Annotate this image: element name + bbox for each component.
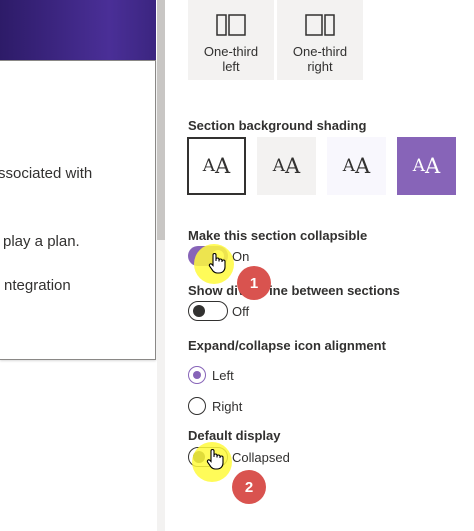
alignment-left-label: Left xyxy=(212,368,234,383)
shading-swatch-soft[interactable]: AA xyxy=(327,137,386,195)
shading-swatch-strong[interactable]: AA xyxy=(397,137,456,195)
swatch-glyph: A xyxy=(202,156,216,176)
swatch-glyph: A xyxy=(355,154,371,178)
page-canvas: ssociated with play a plan. ntegration xyxy=(0,0,156,531)
default-display-label: Default display xyxy=(188,428,281,443)
alignment-right-label: Right xyxy=(212,399,243,414)
content-text-line: ntegration xyxy=(4,277,71,294)
property-pane: One-third left One-third right Section b… xyxy=(170,0,474,531)
layout-label: One-third right xyxy=(292,44,348,74)
swatch-glyph: A xyxy=(285,154,301,178)
toggle-knob xyxy=(193,305,205,317)
content-text-line: play a plan. xyxy=(3,233,80,250)
shading-swatch-none[interactable]: AA xyxy=(187,137,246,195)
alignment-right-radio[interactable] xyxy=(188,397,206,415)
collapsible-label: Make this section collapsible xyxy=(188,228,368,243)
swatch-glyph: A xyxy=(412,156,426,176)
shading-swatch-neutral[interactable]: AA xyxy=(257,137,316,195)
content-text-line: ssociated with xyxy=(0,165,93,182)
hero-banner xyxy=(0,0,156,60)
alignment-left-radio[interactable] xyxy=(188,366,206,384)
alignment-label: Expand/collapse icon alignment xyxy=(188,338,386,353)
layout-one-third-left-button[interactable]: One-third left xyxy=(188,0,274,80)
collapsible-state: On xyxy=(232,249,250,264)
content-card[interactable]: ssociated with play a plan. ntegration xyxy=(0,60,156,360)
swatch-glyph: A xyxy=(215,154,231,178)
divider-label: Show div ine between sections xyxy=(188,283,400,298)
divider-state: Off xyxy=(232,304,250,319)
callout-badge-1: 1 xyxy=(237,266,271,300)
layout-one-third-right-button[interactable]: One-third right xyxy=(277,0,363,80)
default-display-state: Collapsed xyxy=(232,450,290,465)
swatch-glyph: A xyxy=(272,156,286,176)
swatch-glyph: A xyxy=(342,156,356,176)
swatch-glyph: A xyxy=(425,154,441,178)
hand-cursor-icon xyxy=(208,253,226,274)
one-third-right-layout-icon xyxy=(305,14,335,36)
shading-label: Section background shading xyxy=(188,118,367,133)
hand-cursor-icon xyxy=(206,449,224,470)
canvas-scroll-thumb[interactable] xyxy=(157,0,165,240)
divider-toggle[interactable] xyxy=(188,301,228,321)
one-third-left-layout-icon xyxy=(216,14,246,36)
callout-badge-2: 2 xyxy=(232,470,266,504)
layout-label: One-third left xyxy=(203,44,259,74)
